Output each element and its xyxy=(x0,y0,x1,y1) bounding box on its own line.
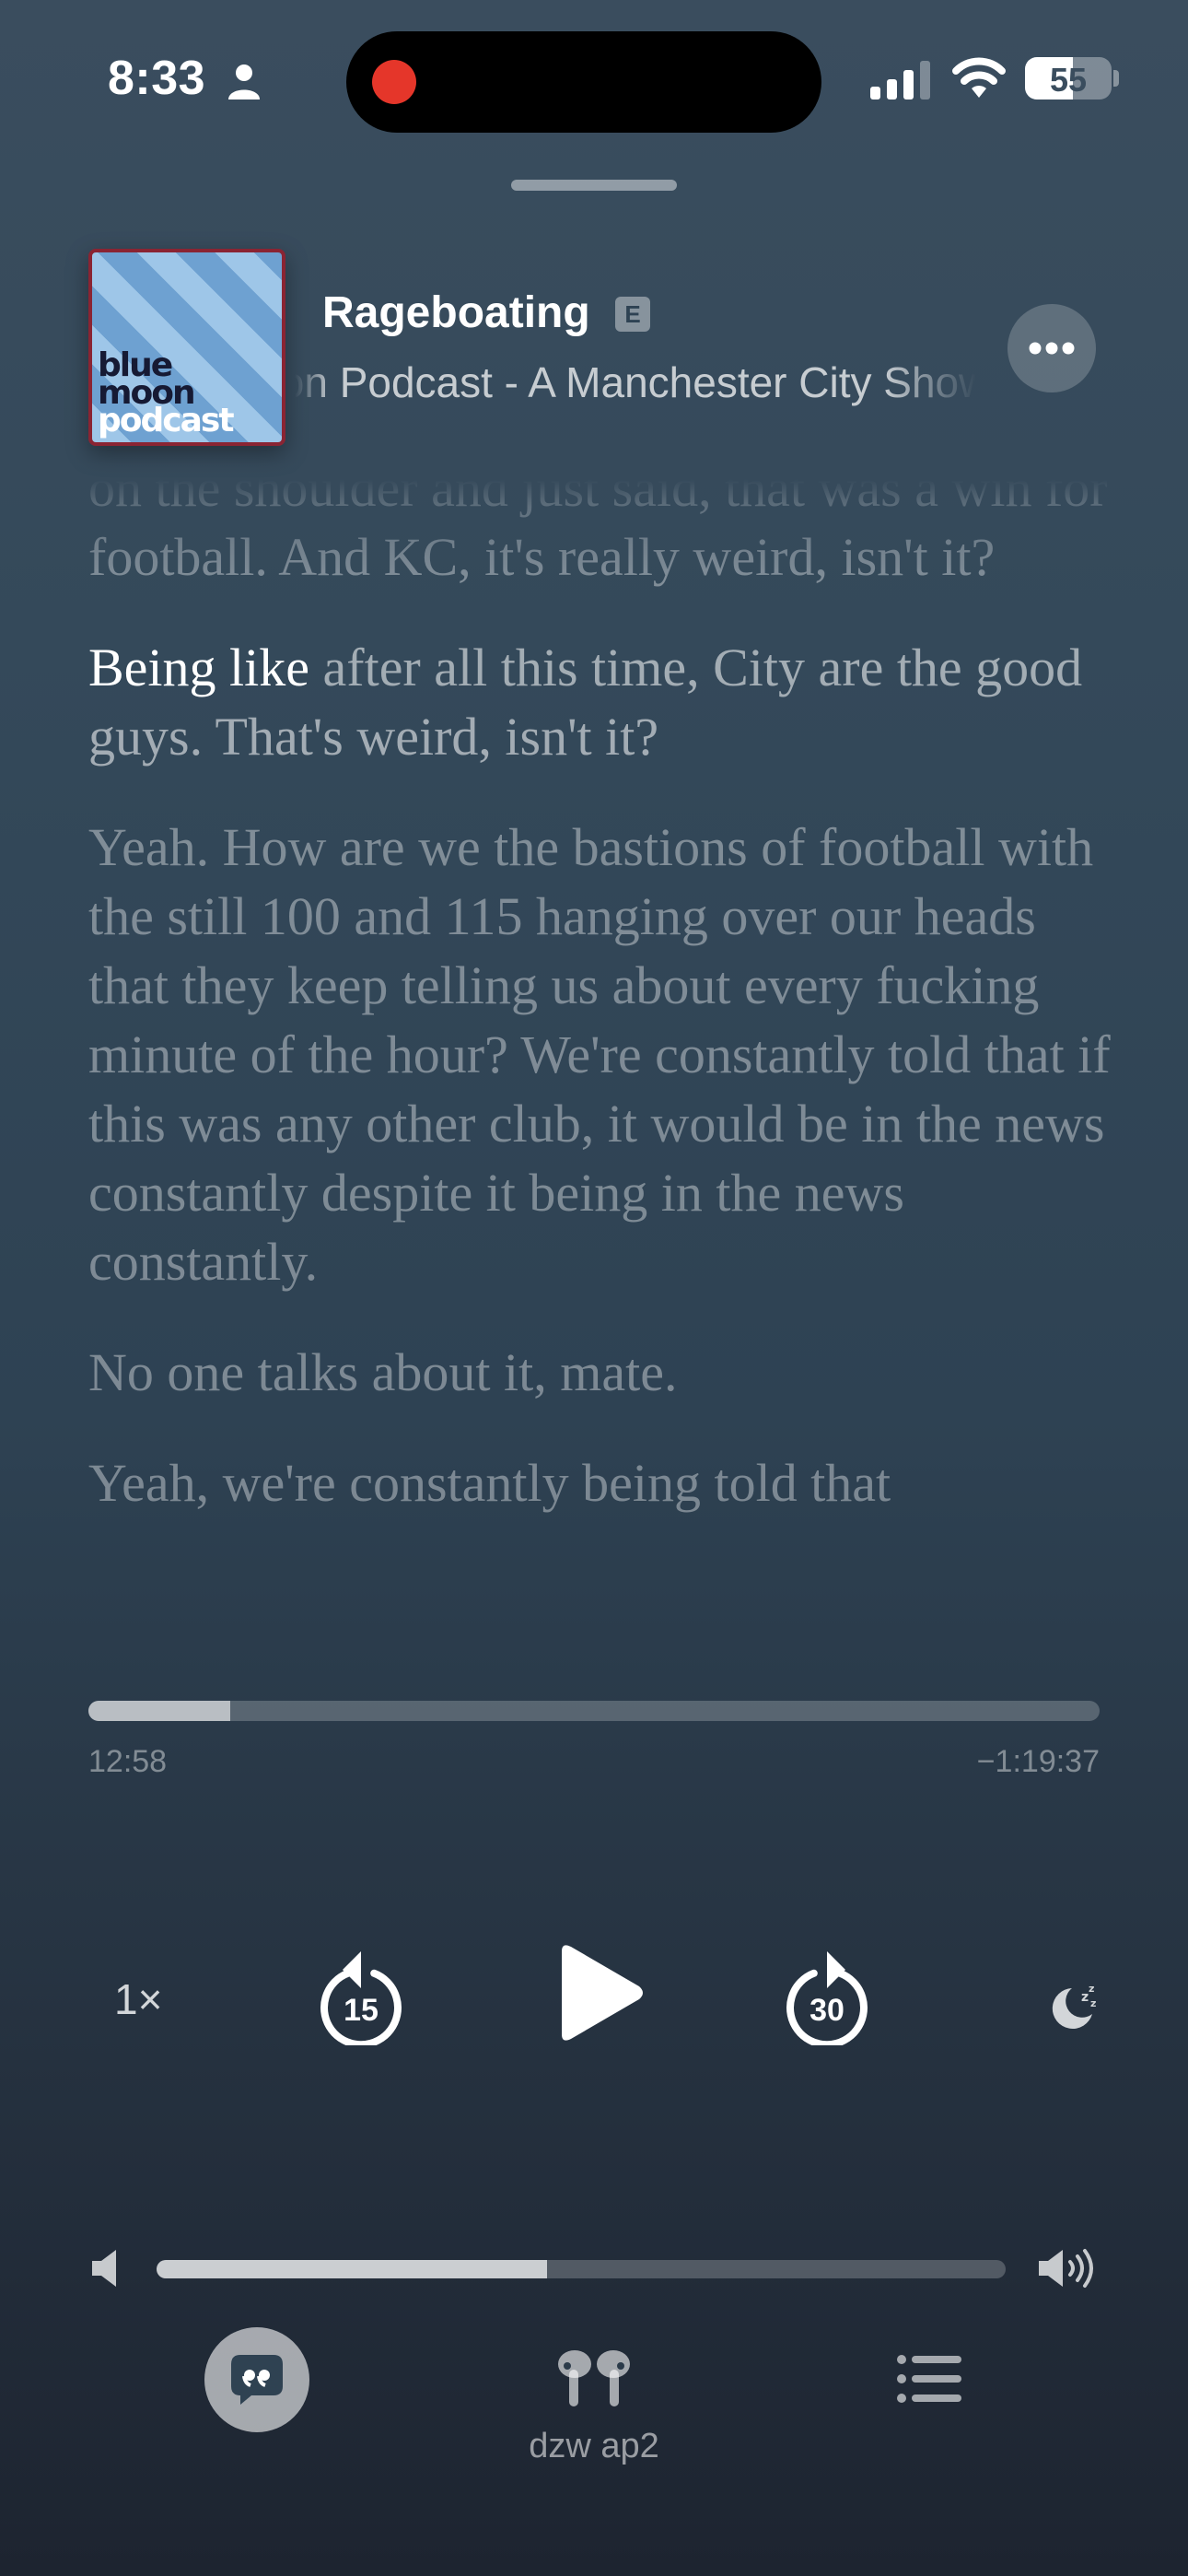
battery-nub xyxy=(1113,70,1119,87)
volume-fill xyxy=(157,2260,548,2278)
transcript-text: Yeah, we're constantly being told that xyxy=(88,1453,891,1513)
skip-forward-label: 30 xyxy=(809,1993,844,2028)
transcript-paragraph[interactable]: No one talks about it, mate. xyxy=(88,1338,1111,1407)
wifi-icon xyxy=(952,57,1006,98)
sleep-timer-icon[interactable]: z z z xyxy=(1048,1979,1100,2031)
transcript-paragraph[interactable]: Yeah, we're constantly being told that xyxy=(88,1448,1111,1517)
skip-forward-30-icon[interactable]: 30 xyxy=(783,1950,871,2045)
transcript-text: No one talks about it, mate. xyxy=(88,1342,678,1402)
podcast-artwork[interactable]: blue moon podcast xyxy=(88,249,285,446)
sheet-grabber[interactable] xyxy=(511,180,677,191)
volume-low-icon xyxy=(92,2250,116,2287)
playback-speed-button[interactable]: 1× xyxy=(114,1974,162,2024)
transcript-paragraph[interactable]: Yeah. How are we the bastions of footbal… xyxy=(88,813,1111,1296)
artwork-line-3: podcast xyxy=(98,402,235,439)
airplay-button[interactable]: dzw ap2 xyxy=(516,2349,672,2478)
explicit-badge: E xyxy=(615,297,650,332)
volume-high-icon xyxy=(1039,2249,1093,2288)
airplay-device-label: dzw ap2 xyxy=(529,2427,659,2465)
volume-slider[interactable] xyxy=(157,2260,1006,2278)
queue-icon[interactable] xyxy=(897,2355,961,2403)
playback-progress-fill xyxy=(88,1701,230,1721)
skip-back-label: 15 xyxy=(344,1993,379,2028)
dynamic-island[interactable] xyxy=(346,31,821,133)
more-options-button[interactable] xyxy=(1007,304,1096,392)
status-time: 8:33 xyxy=(108,52,206,105)
transcript-paragraph[interactable]: on the shoulder and just said, that was … xyxy=(88,479,1111,591)
remaining-time: −1:19:37 xyxy=(976,1744,1100,1779)
transcript-content: on the shoulder and just said, that was … xyxy=(88,479,1111,1559)
lyrics-icon xyxy=(231,2355,283,2405)
status-bar: 8:33 55 xyxy=(0,0,1188,157)
ellipsis-icon xyxy=(1029,342,1075,355)
show-title-marquee[interactable]: Blue Moon Podcast - A Manchester City Sh… xyxy=(295,352,976,413)
skip-back-15-icon[interactable]: 15 xyxy=(317,1950,405,2045)
signal-icon xyxy=(870,61,930,100)
svg-text:z: z xyxy=(1081,1990,1089,2005)
svg-text:z: z xyxy=(1089,1983,1094,1995)
recording-indicator xyxy=(372,60,416,104)
transcript-text: on the shoulder and just said, that was … xyxy=(88,479,1108,587)
episode-title[interactable]: Rageboating xyxy=(322,287,590,338)
transcript-spoken-words: Being like xyxy=(88,638,310,697)
battery-percent: 55 xyxy=(1049,61,1088,99)
person-icon xyxy=(228,64,260,100)
transcript-text: Yeah. How are we the bastions of footbal… xyxy=(88,817,1111,1292)
airpods-icon xyxy=(558,2350,630,2406)
show-title: Blue Moon Podcast - A Manchester City Sh… xyxy=(295,358,976,406)
transcript-button[interactable] xyxy=(204,2327,309,2432)
artwork-logo: blue moon podcast xyxy=(98,349,282,439)
playback-scrubber[interactable] xyxy=(88,1701,1100,1721)
transcript-view[interactable]: on the shoulder and just said, that was … xyxy=(88,479,1111,1668)
svg-text:z: z xyxy=(1090,1997,1096,2009)
transcript-paragraph-current[interactable]: Being like after all this time, City are… xyxy=(88,633,1111,771)
elapsed-time: 12:58 xyxy=(88,1744,168,1779)
play-button[interactable] xyxy=(549,1942,645,2043)
battery-icon: 55 xyxy=(1025,57,1112,100)
